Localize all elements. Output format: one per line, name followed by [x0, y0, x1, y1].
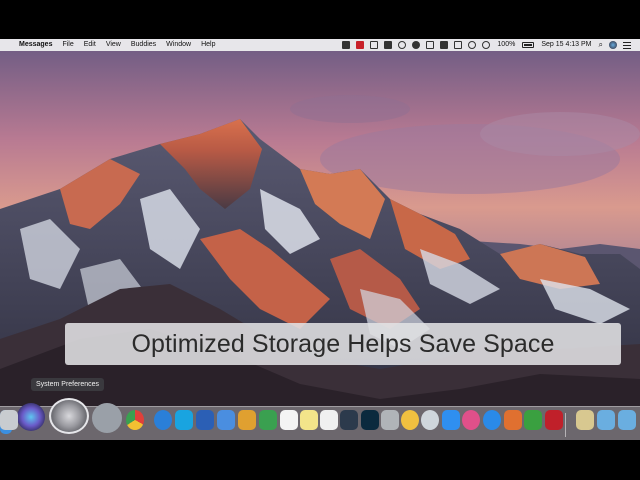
menu-view[interactable]: View	[101, 39, 126, 51]
app-store-icon[interactable]	[483, 410, 501, 430]
sync-icon[interactable]	[398, 41, 407, 49]
downloads-folder-icon[interactable]	[618, 410, 636, 430]
lightroom-icon[interactable]	[340, 410, 358, 430]
cloud-icon[interactable]	[440, 41, 449, 49]
safari-icon[interactable]	[154, 410, 172, 430]
menu-window[interactable]: Window	[161, 39, 196, 51]
siri-menu-icon[interactable]	[609, 41, 617, 49]
desktop: Messages File Edit View Buddies Window H…	[0, 39, 640, 440]
launchpad-icon[interactable]	[92, 403, 122, 433]
photo-booth-icon[interactable]	[545, 410, 563, 430]
dock-tooltip: System Preferences	[31, 378, 105, 391]
status-box-icon[interactable]	[370, 41, 379, 49]
menu-buddies[interactable]: Buddies	[126, 39, 161, 51]
calendar-icon[interactable]	[280, 410, 298, 430]
textedit-icon[interactable]	[320, 410, 338, 430]
menu-app-name[interactable]: Messages	[14, 39, 57, 51]
menu-file[interactable]: File	[57, 39, 78, 51]
system-preferences-icon[interactable]	[49, 398, 89, 434]
folder-icon[interactable]	[597, 410, 615, 430]
notes-icon[interactable]	[300, 410, 318, 430]
battery-percent[interactable]: 100%	[493, 39, 519, 51]
battery-icon[interactable]	[522, 42, 535, 48]
app-icon-orange[interactable]	[238, 410, 256, 430]
menu-help[interactable]: Help	[196, 39, 220, 51]
letterbox-bottom	[0, 440, 640, 480]
dropbox-icon[interactable]	[384, 41, 393, 49]
clock[interactable]: Sep 15 4:13 PM	[537, 39, 595, 51]
app-icon-multicolor[interactable]	[504, 410, 522, 430]
time-machine-icon[interactable]	[468, 41, 477, 49]
screen-icon[interactable]	[454, 41, 463, 49]
siri-icon[interactable]	[17, 403, 45, 431]
chrome-icon[interactable]	[126, 410, 144, 430]
menu-bar: Messages File Edit View Buddies Window H…	[0, 39, 640, 51]
app-icon-grey[interactable]	[381, 410, 399, 430]
calendar-status-icon[interactable]	[426, 41, 435, 49]
app-icon-blue[interactable]	[217, 410, 235, 430]
app-icon-green[interactable]	[259, 410, 277, 430]
photoshop-icon[interactable]	[361, 410, 379, 430]
messages-icon[interactable]	[442, 410, 460, 430]
word-icon[interactable]	[196, 410, 214, 430]
record-icon[interactable]	[356, 41, 365, 49]
camtasia-icon[interactable]	[524, 410, 542, 430]
skype-icon[interactable]	[175, 410, 193, 430]
spotlight-search-icon[interactable]: ⌕	[596, 39, 606, 51]
photos-icon[interactable]	[401, 410, 419, 430]
status-app-icon[interactable]	[342, 41, 351, 49]
network-icon[interactable]	[421, 410, 439, 430]
dock-separator	[565, 413, 566, 437]
itunes-icon[interactable]	[462, 410, 480, 430]
menu-edit[interactable]: Edit	[79, 39, 101, 51]
trash-icon[interactable]	[0, 410, 18, 430]
notification-center-icon[interactable]	[623, 41, 631, 49]
preview-icon[interactable]	[576, 410, 594, 430]
status-round-icon[interactable]	[412, 41, 421, 49]
caption-banner: Optimized Storage Helps Save Space	[65, 323, 621, 365]
wifi-icon[interactable]	[482, 41, 491, 49]
